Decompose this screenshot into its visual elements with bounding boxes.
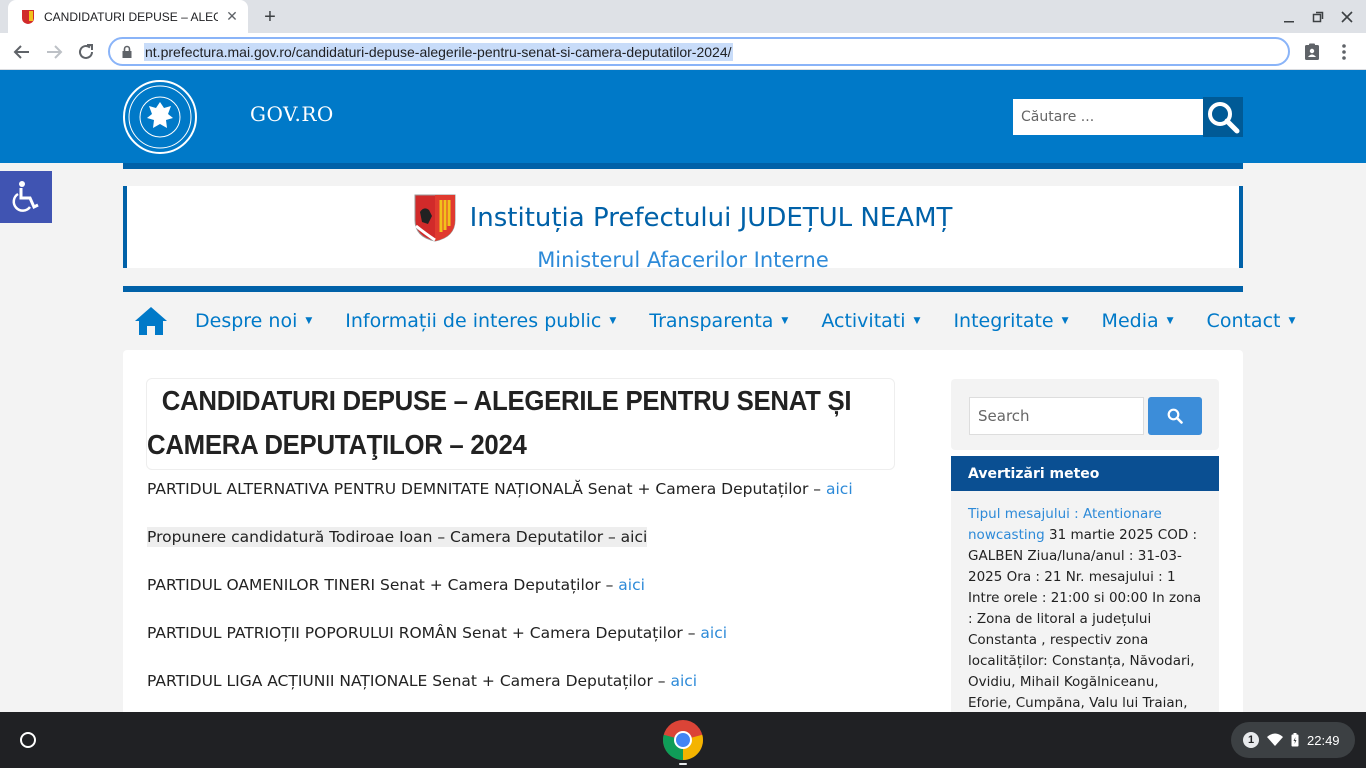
address-bar[interactable]: nt.prefectura.mai.gov.ro/candidaturi-dep… bbox=[108, 37, 1290, 66]
post-title-line2: CAMERA DEPUTAŢILOR – 2024 bbox=[147, 429, 527, 460]
notification-badge: 1 bbox=[1243, 732, 1259, 748]
browser-tab[interactable]: CANDIDATURI DEPUSE – ALEGE ✕ bbox=[8, 0, 248, 33]
post-title-line1: CANDIDATURI DEPUSE – ALEGERILE PENTRU SE… bbox=[161, 385, 852, 416]
government-emblem[interactable] bbox=[123, 80, 197, 154]
post-title-box: CANDIDATURI DEPUSE – ALEGERILE PENTRU SE… bbox=[146, 378, 895, 470]
list-item: PARTIDUL OAMENILOR TINERI Senat + Camera… bbox=[147, 576, 645, 594]
sidebar-search-input[interactable]: Search bbox=[969, 397, 1144, 435]
wheelchair-icon bbox=[12, 181, 39, 212]
nav-despre-noi[interactable]: Despre noi ▼ bbox=[195, 310, 312, 332]
entry-text: PARTIDUL OAMENILOR TINERI Senat + Camera… bbox=[147, 576, 619, 594]
favicon-icon bbox=[22, 9, 34, 24]
ministry-name: Ministerul Afacerilor Interne bbox=[537, 248, 829, 272]
nav-media[interactable]: Media ▼ bbox=[1102, 310, 1174, 332]
list-item[interactable]: Propunere candidatură Todiroae Ioan – Ca… bbox=[147, 527, 648, 547]
search-input[interactable]: Căutare ... bbox=[1013, 99, 1203, 135]
site-name[interactable]: GOV.RO bbox=[250, 102, 334, 126]
caret-down-icon: ▼ bbox=[1061, 316, 1069, 326]
browser-toolbar: nt.prefectura.mai.gov.ro/candidaturi-dep… bbox=[0, 33, 1366, 70]
menu-icon[interactable] bbox=[1332, 40, 1356, 64]
sidebar-search-button[interactable] bbox=[1148, 397, 1202, 435]
minimize-icon[interactable] bbox=[1280, 8, 1298, 26]
meteo-text: 31 martie 2025 COD : GALBEN Ziua/luna/an… bbox=[968, 527, 1202, 711]
search-icon bbox=[1167, 408, 1183, 424]
list-item: PARTIDUL LIGA ACȚIUNII NAȚIONALE Senat +… bbox=[147, 672, 697, 690]
county-crest-icon bbox=[414, 194, 456, 242]
url-text: nt.prefectura.mai.gov.ro/candidaturi-dep… bbox=[144, 42, 733, 61]
clipboard-icon[interactable] bbox=[1300, 40, 1324, 64]
gov-header: GOV.RO Căutare ... bbox=[0, 70, 1366, 163]
launcher-icon[interactable] bbox=[20, 732, 36, 748]
caret-down-icon: ▼ bbox=[305, 316, 313, 326]
sidebar-search-widget: Search bbox=[951, 379, 1219, 450]
chrome-icon[interactable] bbox=[662, 719, 704, 761]
nav-label: Transparenta bbox=[649, 310, 774, 332]
main-nav: Despre noi ▼ Informații de interes public… bbox=[123, 292, 1295, 350]
entry-link[interactable]: aici bbox=[670, 672, 697, 690]
entry-text: Propunere candidatură Todiroae Ioan – Ca… bbox=[147, 528, 648, 546]
nav-label: Informații de interes public bbox=[345, 310, 602, 332]
close-window-icon[interactable] bbox=[1338, 8, 1356, 26]
caret-down-icon: ▼ bbox=[913, 316, 921, 326]
entry-link[interactable]: aici bbox=[618, 576, 645, 594]
meteo-widget: Avertizări meteo Tipul mesajului : Atent… bbox=[951, 456, 1219, 712]
close-tab-icon[interactable]: ✕ bbox=[224, 9, 240, 25]
nav-label: Activitati bbox=[821, 310, 906, 332]
institution-banner: Instituția Prefectului JUDEȚUL NEAMȚ Min… bbox=[123, 186, 1243, 272]
web-page: GOV.RO Căutare ... Instituția Prefectulu… bbox=[0, 70, 1366, 712]
caret-down-icon: ▼ bbox=[609, 316, 617, 326]
clock: 22:49 bbox=[1307, 732, 1340, 748]
institution-name[interactable]: Instituția Prefectului JUDEȚUL NEAMȚ bbox=[470, 203, 953, 233]
nav-integritate[interactable]: Integritate ▼ bbox=[953, 310, 1068, 332]
search-icon bbox=[1208, 102, 1240, 134]
reload-icon[interactable] bbox=[74, 40, 98, 64]
battery-icon bbox=[1291, 733, 1299, 747]
entry-text: PARTIDUL PATRIOȚII POPORULUI ROMÂN Senat… bbox=[147, 624, 701, 642]
nav-label: Contact bbox=[1206, 310, 1281, 332]
active-app-indicator bbox=[679, 763, 687, 765]
new-tab-button[interactable]: + bbox=[259, 6, 281, 28]
tab-strip: CANDIDATURI DEPUSE – ALEGE ✕ + bbox=[0, 0, 1366, 33]
caret-down-icon: ▼ bbox=[1288, 316, 1296, 326]
restore-icon[interactable] bbox=[1309, 8, 1327, 26]
meteo-body: Tipul mesajului : Atentionare nowcasting… bbox=[951, 491, 1219, 712]
main-container: Instituția Prefectului JUDEȚUL NEAMȚ Min… bbox=[123, 163, 1295, 712]
home-icon[interactable] bbox=[133, 301, 169, 341]
back-icon[interactable] bbox=[10, 40, 34, 64]
post-title: CANDIDATURI DEPUSE – ALEGERILE PENTRU SE… bbox=[147, 379, 897, 467]
lock-icon bbox=[122, 45, 132, 58]
nav-informatii[interactable]: Informații de interes public ▼ bbox=[345, 310, 616, 332]
nav-activitati[interactable]: Activitati ▼ bbox=[821, 310, 920, 332]
status-tray[interactable]: 1 22:49 bbox=[1231, 722, 1355, 758]
accessibility-button[interactable] bbox=[0, 171, 52, 223]
divider bbox=[123, 163, 1243, 169]
nav-label: Media bbox=[1101, 310, 1159, 332]
list-item: PARTIDUL PATRIOȚII POPORULUI ROMÂN Senat… bbox=[147, 624, 727, 642]
search-button[interactable] bbox=[1203, 97, 1243, 137]
caret-down-icon: ▼ bbox=[781, 316, 789, 326]
tab-title: CANDIDATURI DEPUSE – ALEGE bbox=[44, 9, 218, 24]
entry-text: PARTIDUL LIGA ACȚIUNII NAȚIONALE Senat +… bbox=[147, 672, 671, 690]
nav-label: Integritate bbox=[953, 310, 1054, 332]
entry-text: PARTIDUL ALTERNATIVA PENTRU DEMNITATE NA… bbox=[147, 480, 826, 498]
nav-contact[interactable]: Contact ▼ bbox=[1207, 310, 1296, 332]
entry-link[interactable]: aici bbox=[700, 624, 727, 642]
wifi-icon bbox=[1267, 733, 1283, 746]
meteo-title: Avertizări meteo bbox=[951, 456, 1219, 491]
os-shelf: 1 22:49 bbox=[0, 712, 1366, 768]
content-area: CANDIDATURI DEPUSE – ALEGERILE PENTRU SE… bbox=[123, 350, 1243, 712]
nav-label: Despre noi bbox=[195, 310, 298, 332]
entry-link[interactable]: aici bbox=[826, 480, 853, 498]
list-item: PARTIDUL ALTERNATIVA PENTRU DEMNITATE NA… bbox=[147, 480, 853, 498]
caret-down-icon: ▼ bbox=[1166, 316, 1174, 326]
nav-transparenta[interactable]: Transparenta ▼ bbox=[649, 310, 788, 332]
forward-icon[interactable] bbox=[42, 40, 66, 64]
